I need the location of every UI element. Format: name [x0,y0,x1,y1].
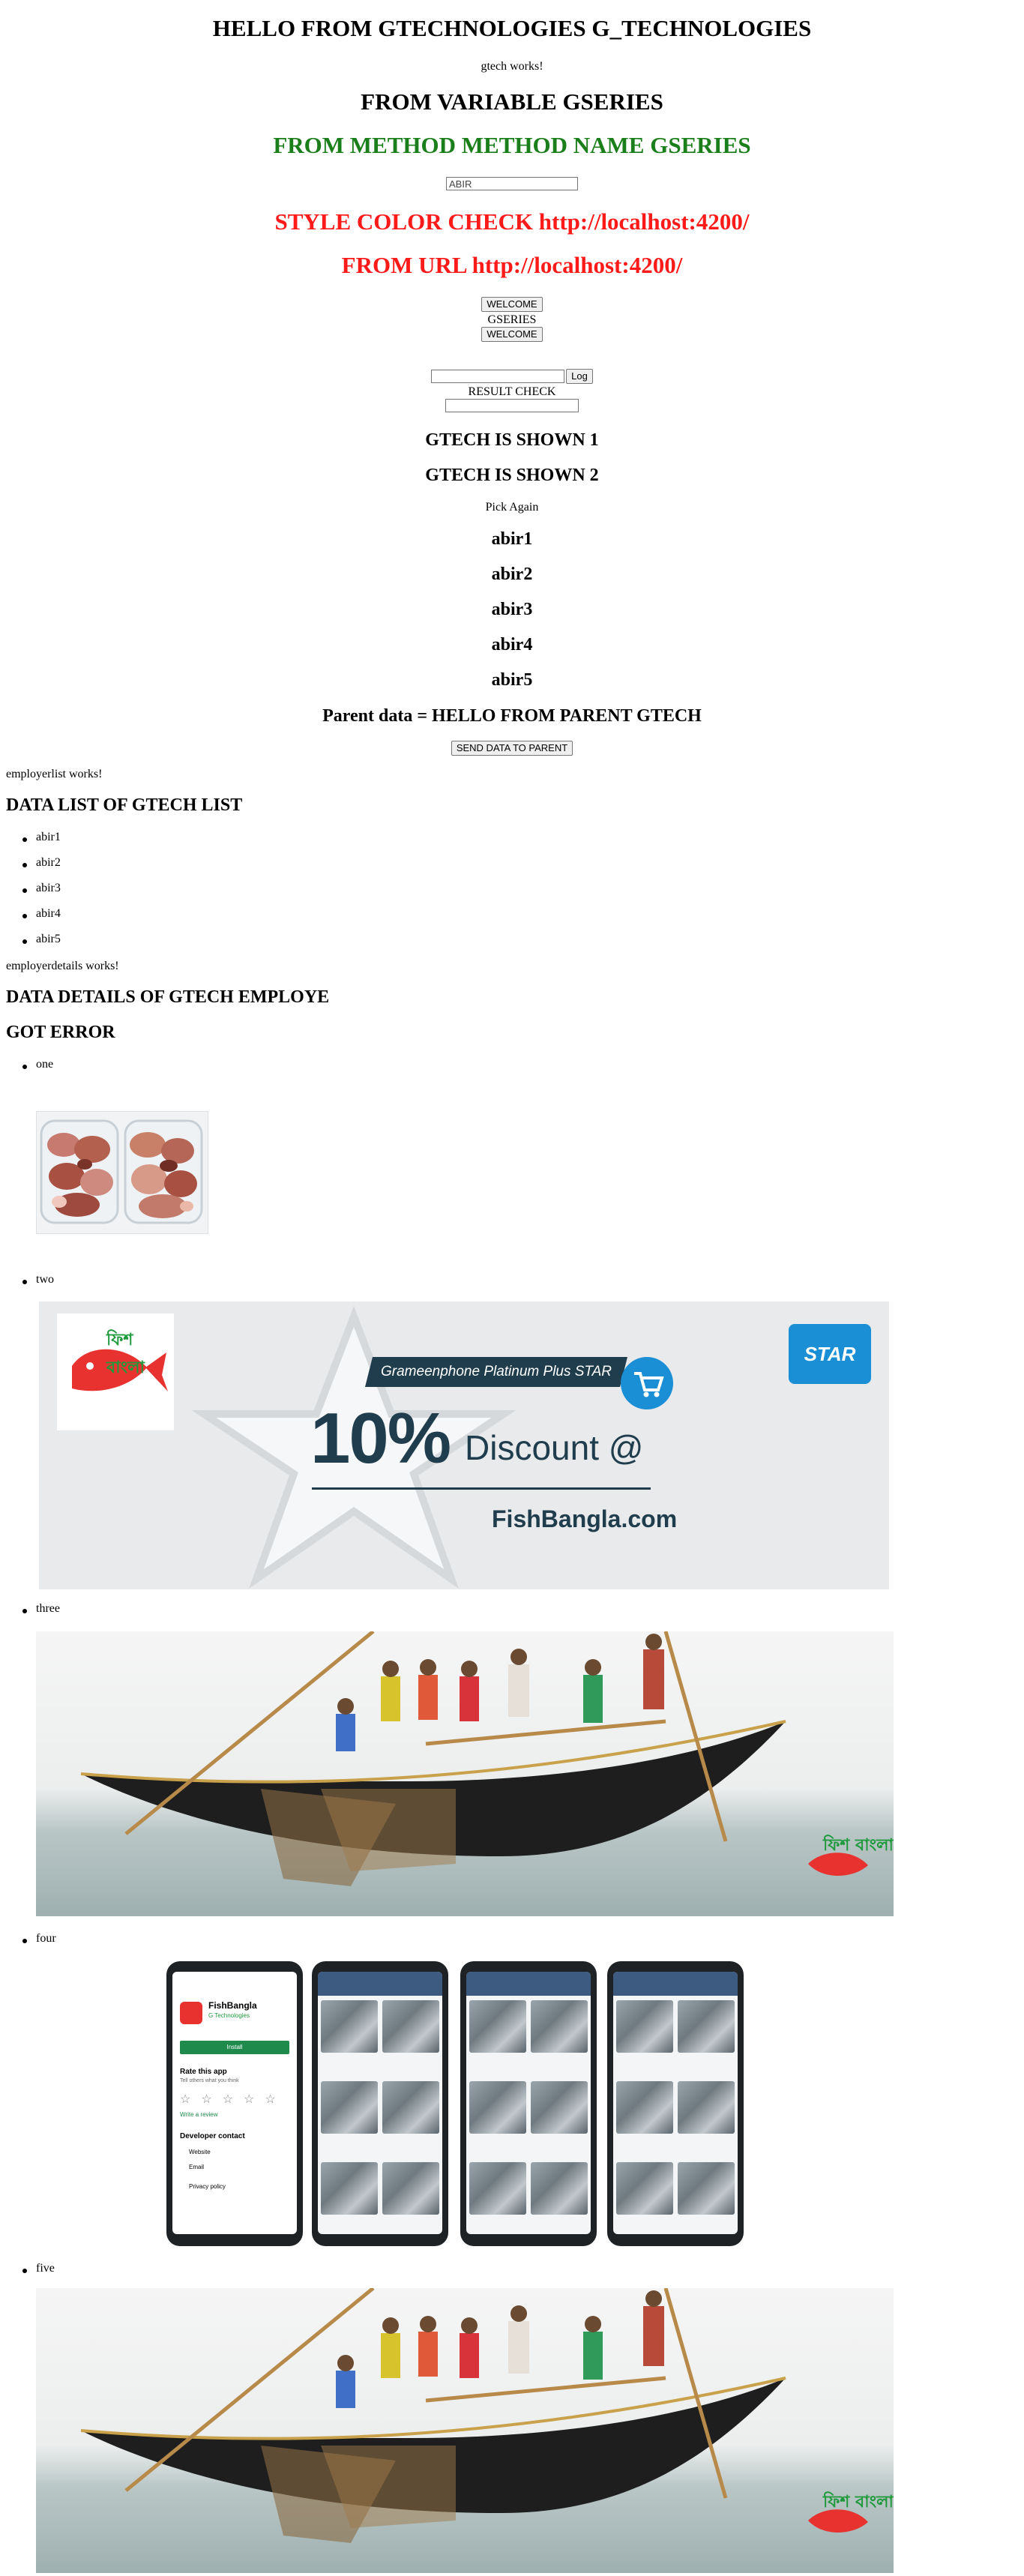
cart-icon [621,1357,673,1409]
gtech-works-text: gtech works! [481,60,543,73]
bullet-icon [22,1065,27,1069]
list-item: abir2 [36,856,61,869]
fishbangla-logo-text: ফিশ বাংলা [823,2493,894,2512]
name-heading-2: abir2 [491,565,533,584]
send-data-to-parent-button[interactable]: SEND DATA TO PARENT [451,741,573,756]
employer-details-heading: DATA DETAILS OF GTECH EMPLOYE [6,987,330,1007]
fishermen-boat-image: ফিশ বাংলা [36,2288,894,2573]
phone-screen [613,1972,738,2234]
log-input[interactable] [431,369,565,383]
shown-2-heading: GTECH IS SHOWN 2 [425,466,599,485]
name-input-row [0,177,1024,191]
fishbangla-logo-text: ফিশ বাংলা [823,1836,894,1855]
discount-text: Discount @ [465,1428,644,1467]
welcome-button-row-1: WELCOME [0,297,1024,312]
bullet-icon [22,837,27,842]
fish-pieces-image [36,1111,208,1234]
welcome-button[interactable]: WELCOME [481,297,543,312]
name-heading-4: abir4 [491,635,533,654]
phone-frame: FishBangla G Technologies Install Rate t… [166,1961,303,2246]
style-color-heading: STYLE COLOR CHECK http://localhost:4200/ [274,208,750,235]
fishbangla-logo: ফিশ বাংলা [57,1313,174,1430]
detail-item-label: one [36,1058,54,1071]
discount-percent: 10% [310,1398,451,1478]
install-button[interactable]: Install [180,2041,289,2054]
phone-frame [607,1961,744,2246]
app-bar [318,1972,442,1996]
developer-contact-title: Developer contact [180,2132,245,2140]
log-row: Log [0,369,1024,384]
shown-1-heading: GTECH IS SHOWN 1 [425,430,599,450]
bullet-icon [22,939,27,944]
parent-data-heading: Parent data = HELLO FROM PARENT GTECH [322,706,702,726]
bullet-icon [22,1939,27,1943]
phone-frame [312,1961,448,2246]
name-heading-3: abir3 [491,600,533,619]
page-title: HELLO FROM GTECHNOLOGIES G_TECHNOLOGIES [212,15,812,41]
list-item: abir4 [36,907,61,920]
welcome-button-second[interactable]: WELCOME [481,327,543,342]
phone-frame [460,1961,597,2246]
discount-banner-image: ফিশ বাংলা Grameenphone Platinum Plus STA… [39,1301,889,1589]
result-input[interactable] [445,399,579,412]
phone-screen [466,1972,591,2234]
log-button[interactable]: Log [566,369,593,384]
banner-divider [312,1487,651,1490]
gseries-label: GSERIES [487,313,537,326]
result-input-row [0,399,1024,413]
employerlist-works-text: employerlist works! [6,768,103,780]
rating-stars-icon[interactable]: ☆☆☆☆☆ [180,2092,286,2107]
name-input[interactable] [446,177,578,190]
star-badge: STAR [789,1324,871,1384]
list-item: abir3 [36,882,61,894]
site-text: FishBangla.com [492,1505,678,1532]
send-button-row: SEND DATA TO PARENT [0,741,1024,756]
app-bar [613,1972,738,1996]
detail-item-label: two [36,1273,54,1286]
phone-screen [318,1972,442,2234]
app-icon [180,2002,202,2024]
developer-name: G Technologies [208,2012,250,2019]
fishermen-boat-image: ফিশ বাংলা [36,1631,894,1916]
phone-screen: FishBangla G Technologies Install Rate t… [172,1972,297,2234]
rate-title: Rate this app [180,2068,227,2076]
error-heading: GOT ERROR [6,1023,115,1042]
list-item: abir5 [36,933,61,945]
app-name: FishBangla [208,2000,257,2011]
welcome-button-row-2: WELCOME [0,327,1024,342]
pick-again-text: Pick Again [485,501,539,514]
privacy-link[interactable]: Privacy policy [189,2183,226,2190]
url-heading: FROM URL http://localhost:4200/ [341,252,683,278]
method-heading: FROM METHOD METHOD NAME GSERIES [273,132,751,158]
rate-subtitle: Tell others what you think [180,2078,239,2083]
bullet-icon [22,888,27,893]
bullet-icon [22,1609,27,1613]
bullet-icon [22,863,27,867]
bullet-icon [22,914,27,918]
detail-item-label: four [36,1932,56,1945]
app-bar [466,1972,591,1996]
email-link[interactable]: Email [189,2164,204,2170]
result-check-label: RESULT CHECK [468,385,556,398]
name-heading-1: abir1 [491,529,533,549]
tagline-banner: Grameenphone Platinum Plus STAR [365,1357,627,1387]
variable-heading: FROM VARIABLE GSERIES [361,88,663,115]
website-link[interactable]: Website [189,2149,211,2155]
employerdetails-works-text: employerdetails works! [6,960,119,972]
bullet-icon [22,2269,27,2273]
name-heading-5: abir5 [491,670,533,690]
employer-list-heading: DATA LIST OF GTECH LIST [6,795,243,815]
detail-item-label: five [36,2262,55,2275]
write-review-link[interactable]: Write a review [180,2111,218,2118]
detail-item-label: three [36,1602,60,1615]
bullet-icon [22,1280,27,1284]
list-item: abir1 [36,831,61,843]
